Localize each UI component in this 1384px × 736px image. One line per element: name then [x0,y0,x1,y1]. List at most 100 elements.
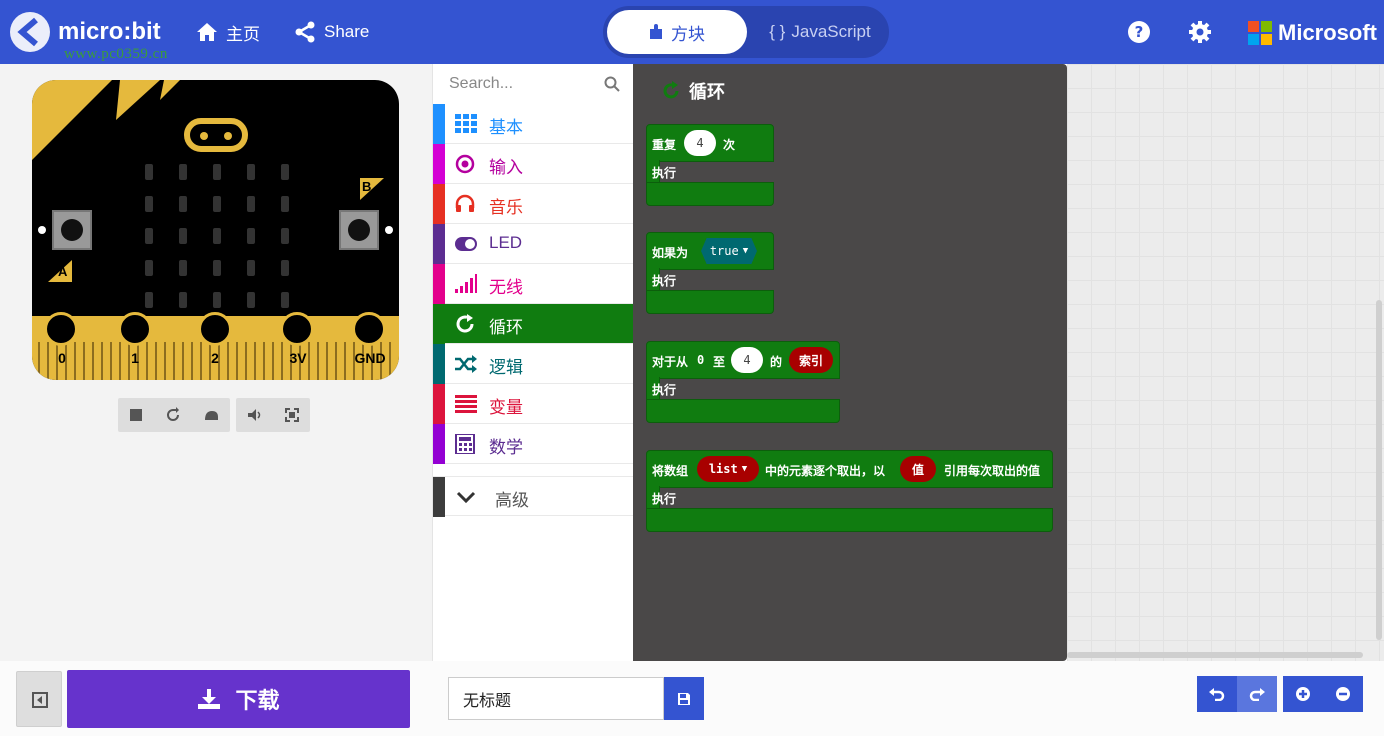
javascript-tab[interactable]: { } JavaScript [753,10,887,54]
mute-icon[interactable] [247,408,263,422]
search-icon[interactable] [604,76,620,92]
button-a-dot [38,226,46,234]
list-variable-dropdown[interactable]: list ▼ [697,456,759,482]
category-label: 无线 [489,278,523,298]
category-music[interactable]: 音乐 [433,184,634,224]
repeat-count-input[interactable]: 4 [684,130,716,156]
slow-mo-icon[interactable] [203,408,219,422]
pin-gnd-pad[interactable] [352,312,386,346]
button-b-label: B [362,179,372,194]
block-foot [646,290,774,314]
top-bar: micro:bit www.pc0359.cn 主页 Share 方块 { } … [0,0,1384,64]
save-icon [678,692,690,705]
microbit-board[interactable]: A B 0 1 2 3V GND [32,80,399,380]
undo-button[interactable] [1197,676,1237,712]
download-button[interactable]: 下载 [67,670,410,728]
calculator-icon [455,434,475,454]
led [145,292,153,308]
led [213,292,221,308]
blocks-tab-label: 方块 [671,24,705,45]
category-color-bar [433,384,445,424]
project-name-input[interactable]: 无标题 [448,677,664,720]
input-icon [455,154,475,174]
category-loops[interactable]: 循环 [433,304,634,344]
list-variable-value: list [708,462,738,476]
item-variable[interactable]: 值 [900,456,936,482]
connector-stripe [74,342,76,380]
microbit-logo[interactable]: micro:bit [10,12,161,52]
braces-icon: { } [769,22,786,41]
pin-0-pad[interactable] [44,312,78,346]
signal-icon [455,274,477,293]
puzzle-icon [650,24,662,39]
condition-dropdown[interactable]: true ▼ [701,238,757,264]
block-label: 将数组 [652,464,689,478]
category-color-bar [433,144,445,184]
led [281,228,289,244]
redo-button[interactable] [1237,676,1277,712]
pin-1-label: 1 [131,350,139,366]
category-logic[interactable]: 逻辑 [433,344,634,384]
zoom-out-icon [1336,687,1350,701]
category-basic[interactable]: 基本 [433,104,634,144]
editor-toggle: 方块 { } JavaScript [603,6,889,58]
collapse-simulator-button[interactable] [16,671,62,727]
button-b[interactable] [339,210,379,250]
zoom-in-button[interactable] [1283,676,1323,712]
microsoft-logo-icon [1248,21,1272,45]
save-button[interactable] [664,677,704,720]
logo-badge-icon [10,12,50,52]
led [179,260,187,276]
zoom-group [1283,676,1363,712]
restart-icon[interactable] [165,407,181,423]
connector-stripe [83,342,85,380]
logo-text: micro:bit [58,18,161,45]
category-label: 输入 [489,158,523,178]
index-variable[interactable]: 索引 [789,347,833,373]
block-label: 执行 [652,383,677,397]
pin-1-pad[interactable] [118,312,152,346]
help-icon[interactable]: ? [1127,20,1151,44]
pin-0-label: 0 [58,350,66,366]
category-label: 循环 [489,318,523,338]
block-label: 中的元素逐个取出，以 [765,464,886,478]
led [213,260,221,276]
category-led[interactable]: LED [433,224,634,264]
block-label: 执行 [652,492,677,506]
refresh-icon [456,314,474,333]
connector-stripe [164,342,166,380]
category-radio[interactable]: 无线 [433,264,634,304]
stop-icon[interactable] [129,408,143,422]
pin-2-pad[interactable] [198,312,232,346]
vertical-scrollbar[interactable] [1376,300,1382,640]
home-button[interactable]: 主页 [196,20,260,44]
category-variables[interactable]: 变量 [433,384,634,424]
home-label: 主页 [226,24,260,44]
pin-3v-pad[interactable] [280,312,314,346]
download-icon [198,689,221,709]
button-a[interactable] [52,210,92,250]
category-input[interactable]: 输入 [433,144,634,184]
led [179,228,187,244]
horizontal-scrollbar[interactable] [1067,652,1363,658]
button-b-dot [385,226,393,234]
share-icon [295,21,315,43]
connector-stripe [200,342,202,380]
zoom-out-button[interactable] [1323,676,1363,712]
loop-end-input[interactable]: 4 [731,347,763,373]
microsoft-link[interactable]: Microsoft [1248,20,1377,46]
led [247,292,255,308]
connector-stripe [119,342,121,380]
led [145,196,153,212]
category-advanced[interactable]: 高级 [433,476,634,517]
pin-2-label: 2 [211,350,219,366]
blocks-workspace[interactable] [1067,64,1384,661]
gear-icon[interactable] [1188,20,1212,44]
connector-stripe [101,342,103,380]
blocks-tab[interactable]: 方块 [607,10,747,54]
share-button[interactable]: Share [294,20,369,44]
fullscreen-icon[interactable] [285,408,299,422]
led [213,164,221,180]
category-math[interactable]: 数学 [433,424,634,464]
category-color-bar [433,344,445,384]
